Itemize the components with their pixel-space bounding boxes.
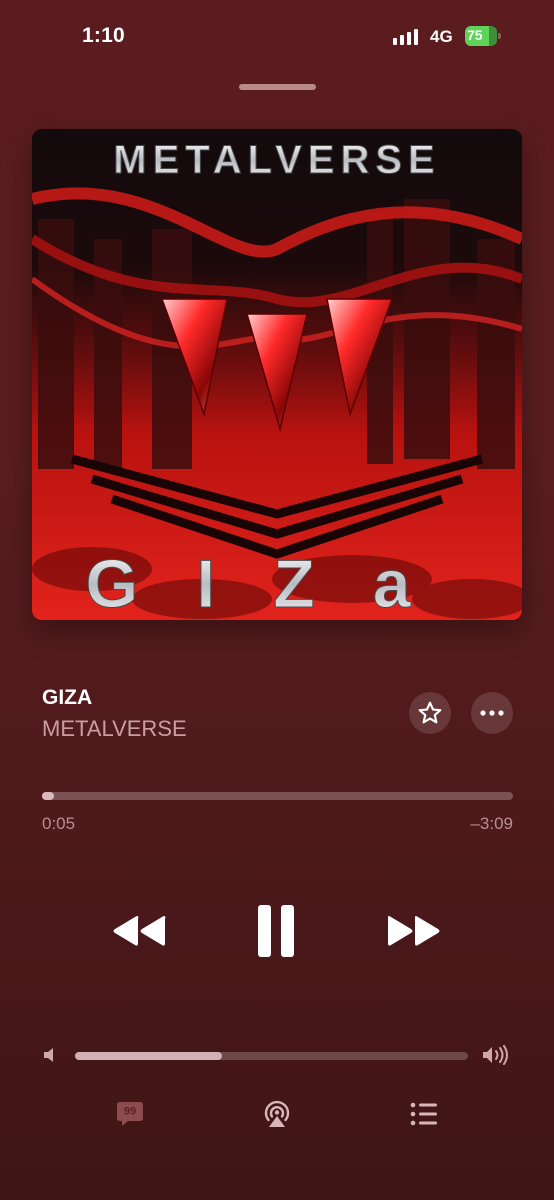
queue-icon [410,1102,437,1126]
rewind-button[interactable] [108,905,170,957]
favorite-button[interactable] [409,692,451,734]
volume-slider-fill [75,1052,223,1060]
pause-button[interactable] [250,900,302,962]
sheet-grabber[interactable] [239,84,316,90]
album-artwork: METALVERSE GIZa [32,129,522,620]
star-icon [418,701,442,724]
volume-low-icon [43,1047,57,1068]
more-options-button[interactable] [471,692,513,734]
cellular-signal-icon [393,27,418,45]
fast-forward-button[interactable] [383,905,445,957]
lyrics-icon: 99 [117,1102,143,1126]
battery-percent: 75 [467,27,483,43]
rewind-icon [113,916,166,946]
track-title: GIZA [42,686,93,709]
artwork-bottom-text: GIZa [85,546,468,620]
volume-slider[interactable] [75,1052,468,1060]
pause-icon [258,905,294,957]
svg-text:99: 99 [124,1106,136,1118]
lyrics-button[interactable]: 99 [115,1099,145,1134]
remaining-time: –3:09 [470,814,513,833]
volume-high-icon [482,1045,510,1070]
track-artist[interactable]: METALVERSE [42,716,187,742]
network-type: 4G [430,27,453,46]
battery-icon: 75 [465,26,501,46]
playback-scrubber[interactable] [42,792,513,800]
forward-icon [388,916,440,946]
elapsed-time: 0:05 [42,814,76,833]
artwork-top-text: METALVERSE [113,138,440,182]
airplay-button[interactable] [262,1099,292,1134]
airplay-icon [264,1100,290,1127]
queue-button[interactable] [409,1100,439,1133]
status-time: 1:10 [82,24,125,47]
playback-progress-fill [42,792,55,800]
more-icon [480,710,504,716]
